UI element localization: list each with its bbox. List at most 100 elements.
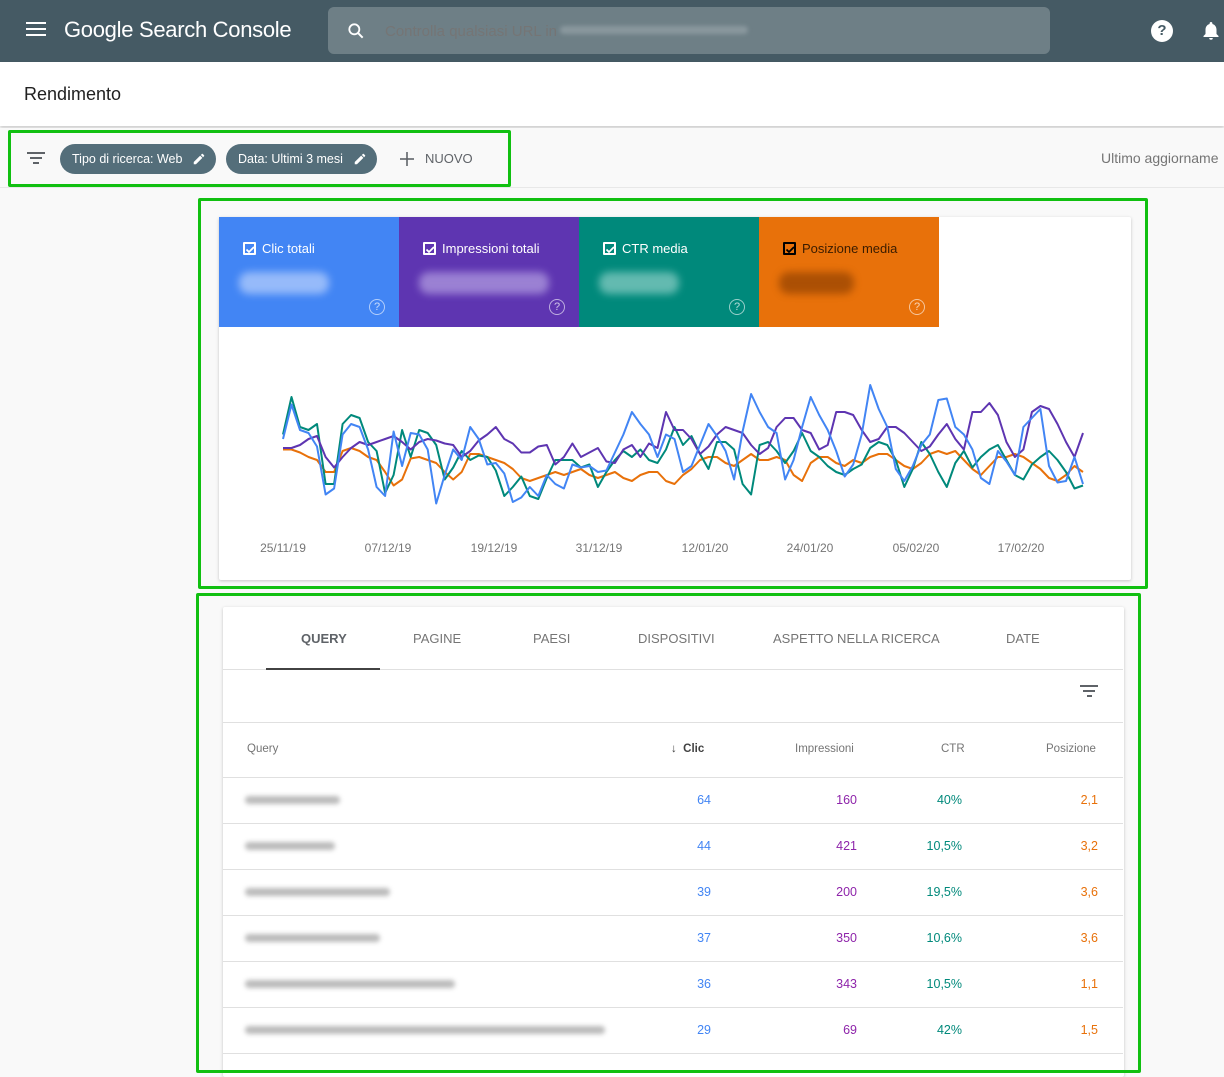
x-tick-label: 05/02/20: [892, 541, 940, 555]
active-tab-indicator: [266, 668, 380, 670]
pencil-icon: [354, 153, 366, 165]
performance-chart-card: Clic totali ? Impressioni totali ? CTR m…: [219, 217, 1131, 580]
checkbox-checked-icon[interactable]: [243, 242, 256, 255]
cell-impressions: 343: [836, 977, 857, 991]
tab-query[interactable]: QUERY: [301, 631, 347, 646]
cell-ctr: 10,5%: [926, 839, 962, 853]
tab-countries[interactable]: PAESI: [533, 631, 570, 646]
metric-total-impressions[interactable]: Impressioni totali ?: [399, 217, 579, 327]
tab-pages[interactable]: PAGINE: [413, 631, 461, 646]
metric-label: Impressioni totali: [442, 241, 540, 256]
chip-label: Tipo di ricerca: Web: [72, 152, 183, 166]
help-circle-icon[interactable]: ?: [729, 299, 745, 315]
redacted-metric-value: [599, 272, 679, 294]
column-header-ctr[interactable]: CTR: [941, 743, 965, 755]
tab-dates[interactable]: DATE: [1006, 631, 1040, 646]
metric-total-clicks[interactable]: Clic totali ?: [219, 217, 399, 327]
checkbox-checked-icon[interactable]: [603, 242, 616, 255]
x-tick-label: 19/12/19: [470, 541, 518, 555]
tab-search-appearance[interactable]: ASPETTO NELLA RICERCA: [773, 631, 940, 646]
help-icon[interactable]: ?: [1151, 20, 1173, 42]
redacted-metric-value: [419, 272, 549, 294]
new-filter-label: NUOVO: [425, 151, 473, 166]
date-range-chip[interactable]: Data: Ultimi 3 mesi: [226, 144, 377, 174]
x-tick-label: 24/01/20: [786, 541, 834, 555]
cell-position: 1,1: [1080, 977, 1098, 991]
filter-icon[interactable]: [27, 152, 45, 166]
cell-ctr: 10,6%: [926, 931, 962, 945]
table-row[interactable]: 44 421 10,5% 3,2: [223, 824, 1123, 870]
redacted-query-text: [245, 796, 340, 804]
cell-position: 1,5: [1080, 1023, 1098, 1037]
bell-icon[interactable]: [1199, 19, 1223, 43]
logo-google-text: Google: [64, 17, 134, 42]
redacted-query-text: [245, 934, 380, 942]
column-header-clicks[interactable]: ↓ Clic: [671, 743, 704, 755]
column-header-impressions[interactable]: Impressioni: [795, 743, 854, 755]
cell-position: 3,6: [1080, 931, 1098, 945]
search-type-chip[interactable]: Tipo di ricerca: Web: [60, 144, 217, 174]
cell-clicks: 64: [697, 793, 711, 807]
redacted-metric-value: [779, 272, 854, 294]
cell-ctr: 40%: [936, 793, 962, 807]
redacted-query-text: [245, 842, 335, 850]
tab-devices[interactable]: DISPOSITIVI: [638, 631, 715, 646]
metric-average-ctr[interactable]: CTR media ?: [579, 217, 759, 327]
plus-icon: [400, 152, 414, 166]
table-filter-icon[interactable]: [1080, 685, 1098, 699]
url-inspection-search[interactable]: [328, 7, 1050, 54]
table-row[interactable]: 29 69 42% 1,5: [223, 1008, 1123, 1054]
help-circle-icon[interactable]: ?: [909, 299, 925, 315]
table-row[interactable]: 64 160 40% 2,1: [223, 778, 1123, 824]
dimension-tabs: QUERY PAGINE PAESI DISPOSITIVI ASPETTO N…: [223, 607, 1123, 670]
cell-clicks: 37: [697, 931, 711, 945]
cell-position: 2,1: [1080, 793, 1098, 807]
column-header-position[interactable]: Posizione: [1046, 743, 1096, 755]
filter-bar: Tipo di ricerca: Web Data: Ultimi 3 mesi…: [0, 128, 1224, 188]
cell-clicks: 44: [697, 839, 711, 853]
page-header: Rendimento: [0, 62, 1224, 126]
last-update-text: Ultimo aggiorname: [1101, 150, 1219, 166]
checkbox-checked-icon[interactable]: [783, 242, 796, 255]
cell-position: 3,6: [1080, 885, 1098, 899]
table-row[interactable]: 37 350 10,6% 3,6: [223, 916, 1123, 962]
cell-position: 3,2: [1080, 839, 1098, 853]
new-filter-button[interactable]: NUOVO: [397, 146, 473, 172]
cell-ctr: 10,5%: [926, 977, 962, 991]
help-circle-icon[interactable]: ?: [549, 299, 565, 315]
cell-impressions: 200: [836, 885, 857, 899]
dimensions-table-card: QUERY PAGINE PAESI DISPOSITIVI ASPETTO N…: [223, 607, 1124, 1077]
cell-impressions: 421: [836, 839, 857, 853]
redacted-query-text: [245, 888, 390, 896]
logo-product-text: Search Console: [138, 17, 292, 42]
x-tick-label: 25/11/19: [260, 541, 306, 555]
redacted-metric-value: [239, 272, 329, 294]
product-logo[interactable]: Google Search Console: [64, 17, 292, 43]
cell-clicks: 36: [697, 977, 711, 991]
menu-icon[interactable]: [26, 22, 46, 38]
table-row[interactable]: 36 343 10,5% 1,1: [223, 962, 1123, 1008]
column-header-label: Clic: [683, 743, 705, 755]
redacted-query-text: [245, 1026, 605, 1034]
top-app-bar: Google Search Console ?: [0, 0, 1224, 62]
metric-average-position[interactable]: Posizione media ?: [759, 217, 939, 327]
column-header-query[interactable]: Query: [247, 743, 278, 755]
x-tick-label: 31/12/19: [575, 541, 623, 555]
cell-clicks: 39: [697, 885, 711, 899]
x-tick-label: 12/01/20: [681, 541, 729, 555]
x-tick-label: 07/12/19: [364, 541, 412, 555]
metric-label: Posizione media: [802, 241, 898, 256]
cell-ctr: 42%: [936, 1023, 962, 1037]
cell-ctr: 19,5%: [926, 885, 962, 899]
metric-label: Clic totali: [262, 241, 315, 256]
metric-label: CTR media: [622, 241, 688, 256]
chip-label: Data: Ultimi 3 mesi: [238, 152, 343, 166]
table-header: Query ↓ Clic Impressioni CTR Posizione: [223, 722, 1123, 778]
pencil-icon: [194, 153, 205, 165]
cell-impressions: 69: [843, 1023, 857, 1037]
help-circle-icon[interactable]: ?: [369, 299, 385, 315]
table-row[interactable]: 39 200 19,5% 3,6: [223, 870, 1123, 916]
page-title: Rendimento: [24, 84, 122, 104]
line-chart[interactable]: [219, 327, 1131, 537]
checkbox-checked-icon[interactable]: [423, 242, 436, 255]
